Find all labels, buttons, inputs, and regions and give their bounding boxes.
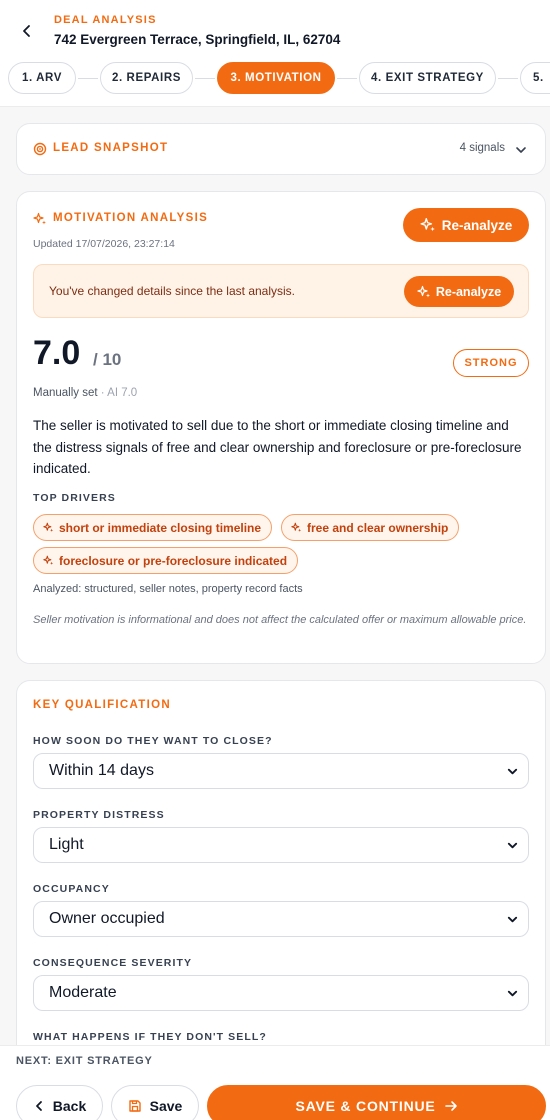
save-button[interactable]: Save (111, 1085, 199, 1120)
occupancy-value: Owner occupied (49, 910, 165, 927)
save-continue-label: SAVE & CONTINUE (295, 1098, 436, 1114)
occupancy-select[interactable]: Owner occupied (33, 901, 529, 937)
notice-reanalyze-label: Re-analyze (435, 284, 502, 299)
consequence-severity-label: CONSEQUENCE SEVERITY (33, 957, 193, 969)
reanalyze-button[interactable]: Re-analyze (403, 208, 529, 242)
motivation-analysis-card: MOTIVATION ANALYSIS Updated 17/07/2026, … (16, 191, 546, 664)
back-arrow-icon[interactable] (18, 22, 36, 40)
chevron-down-icon (507, 916, 518, 923)
sparkles-icon (33, 212, 47, 226)
updated-timestamp: Updated 17/07/2026, 23:27:14 (33, 238, 175, 250)
property-distress-select[interactable]: Light (33, 827, 529, 863)
close-timeline-label: HOW SOON DO THEY WANT TO CLOSE? (33, 735, 273, 747)
driver-chip: short or immediate closing timeline (33, 514, 273, 541)
step-connector (78, 78, 98, 79)
chevron-left-icon (35, 1101, 42, 1111)
property-distress-value: Light (49, 836, 84, 853)
next-step-label: NEXT: EXIT STRATEGY (16, 1055, 153, 1067)
driver-chip: free and clear ownership (281, 514, 460, 541)
step-repairs[interactable]: 2. REPAIRS (100, 62, 193, 94)
step-navigation: 1. ARV 2. REPAIRS 3. MOTIVATION 4. EXIT … (8, 62, 550, 94)
save-label: Save (149, 1098, 183, 1114)
driver-chip: foreclosure or pre-foreclosure indicated (33, 547, 299, 574)
signals-count: 4 signals (459, 142, 505, 154)
notice-reanalyze-button[interactable]: Re-analyze (404, 276, 514, 307)
bottom-action-bar: NEXT: EXIT STRATEGY Back Save SAVE & CON… (0, 1045, 550, 1120)
disclaimer: Seller motivation is informational and d… (33, 614, 527, 626)
driver-chip-label: foreclosure or pre-foreclosure indicated (59, 553, 288, 568)
driver-chip-label: free and clear ownership (307, 520, 449, 535)
if-not-sell-label: WHAT HAPPENS IF THEY DON'T SELL? (33, 1031, 267, 1043)
motivation-title: MOTIVATION ANALYSIS (53, 212, 209, 224)
score-source: Manually set · AI 7.0 (33, 387, 137, 399)
lead-snapshot-title: LEAD SNAPSHOT (53, 142, 169, 154)
motivation-summary: The seller is motivated to sell due to t… (33, 418, 522, 476)
manual-set-text: Manually set (33, 387, 98, 399)
sparkles-icon (43, 555, 54, 565)
chevron-down-icon (507, 768, 518, 775)
sparkles-icon (417, 285, 430, 297)
notice-text: You've changed details since the last an… (49, 284, 296, 298)
step-connector (337, 78, 357, 79)
key-qualification-card: KEY QUALIFICATION HOW SOON DO THEY WANT … (16, 680, 546, 1100)
consequence-severity-value: Moderate (49, 984, 117, 1001)
driver-chip-label: short or immediate closing timeline (59, 520, 262, 535)
step-arv[interactable]: 1. ARV (8, 62, 76, 94)
chevron-down-icon[interactable] (515, 143, 527, 155)
sparkles-icon (43, 522, 54, 532)
changed-details-notice: You've changed details since the last an… (33, 264, 529, 318)
top-header: DEAL ANALYSIS 742 Evergreen Terrace, Spr… (0, 0, 550, 107)
close-timeline-value: Within 14 days (49, 762, 154, 779)
key-qualification-title: KEY QUALIFICATION (33, 699, 171, 711)
close-timeline-select[interactable]: Within 14 days (33, 753, 529, 789)
ai-score-text: · AI 7.0 (100, 387, 138, 399)
sparkles-icon (291, 522, 302, 532)
reanalyze-label: Re-analyze (441, 217, 513, 233)
step-5[interactable]: 5. (520, 62, 550, 94)
page-eyebrow: DEAL ANALYSIS (54, 14, 157, 26)
property-distress-label: PROPERTY DISTRESS (33, 809, 165, 821)
top-drivers-label: TOP DRIVERS (33, 492, 116, 504)
target-icon (33, 142, 47, 156)
sparkles-icon (420, 218, 435, 232)
step-connector (498, 78, 518, 79)
back-button[interactable]: Back (16, 1085, 103, 1120)
score-max: / 10 (93, 350, 122, 369)
back-label: Back (52, 1098, 87, 1114)
occupancy-label: OCCUPANCY (33, 883, 110, 895)
property-address: 742 Evergreen Terrace, Springfield, IL, … (54, 32, 341, 47)
strength-badge: STRONG (453, 349, 529, 377)
step-exit-strategy[interactable]: 4. EXIT STRATEGY (359, 62, 496, 94)
step-motivation[interactable]: 3. MOTIVATION (217, 62, 335, 94)
motivation-score: 7.0 (33, 334, 81, 372)
lead-snapshot-card[interactable]: LEAD SNAPSHOT 4 signals (16, 123, 546, 175)
chevron-down-icon (507, 990, 518, 997)
analyzed-sources: Analyzed: structured, seller notes, prop… (33, 583, 303, 595)
chevron-down-icon (507, 842, 518, 849)
consequence-severity-select[interactable]: Moderate (33, 975, 529, 1011)
arrow-right-icon (444, 1101, 457, 1111)
save-continue-button[interactable]: SAVE & CONTINUE (207, 1085, 546, 1120)
step-connector (195, 78, 215, 79)
save-icon (128, 1100, 141, 1112)
